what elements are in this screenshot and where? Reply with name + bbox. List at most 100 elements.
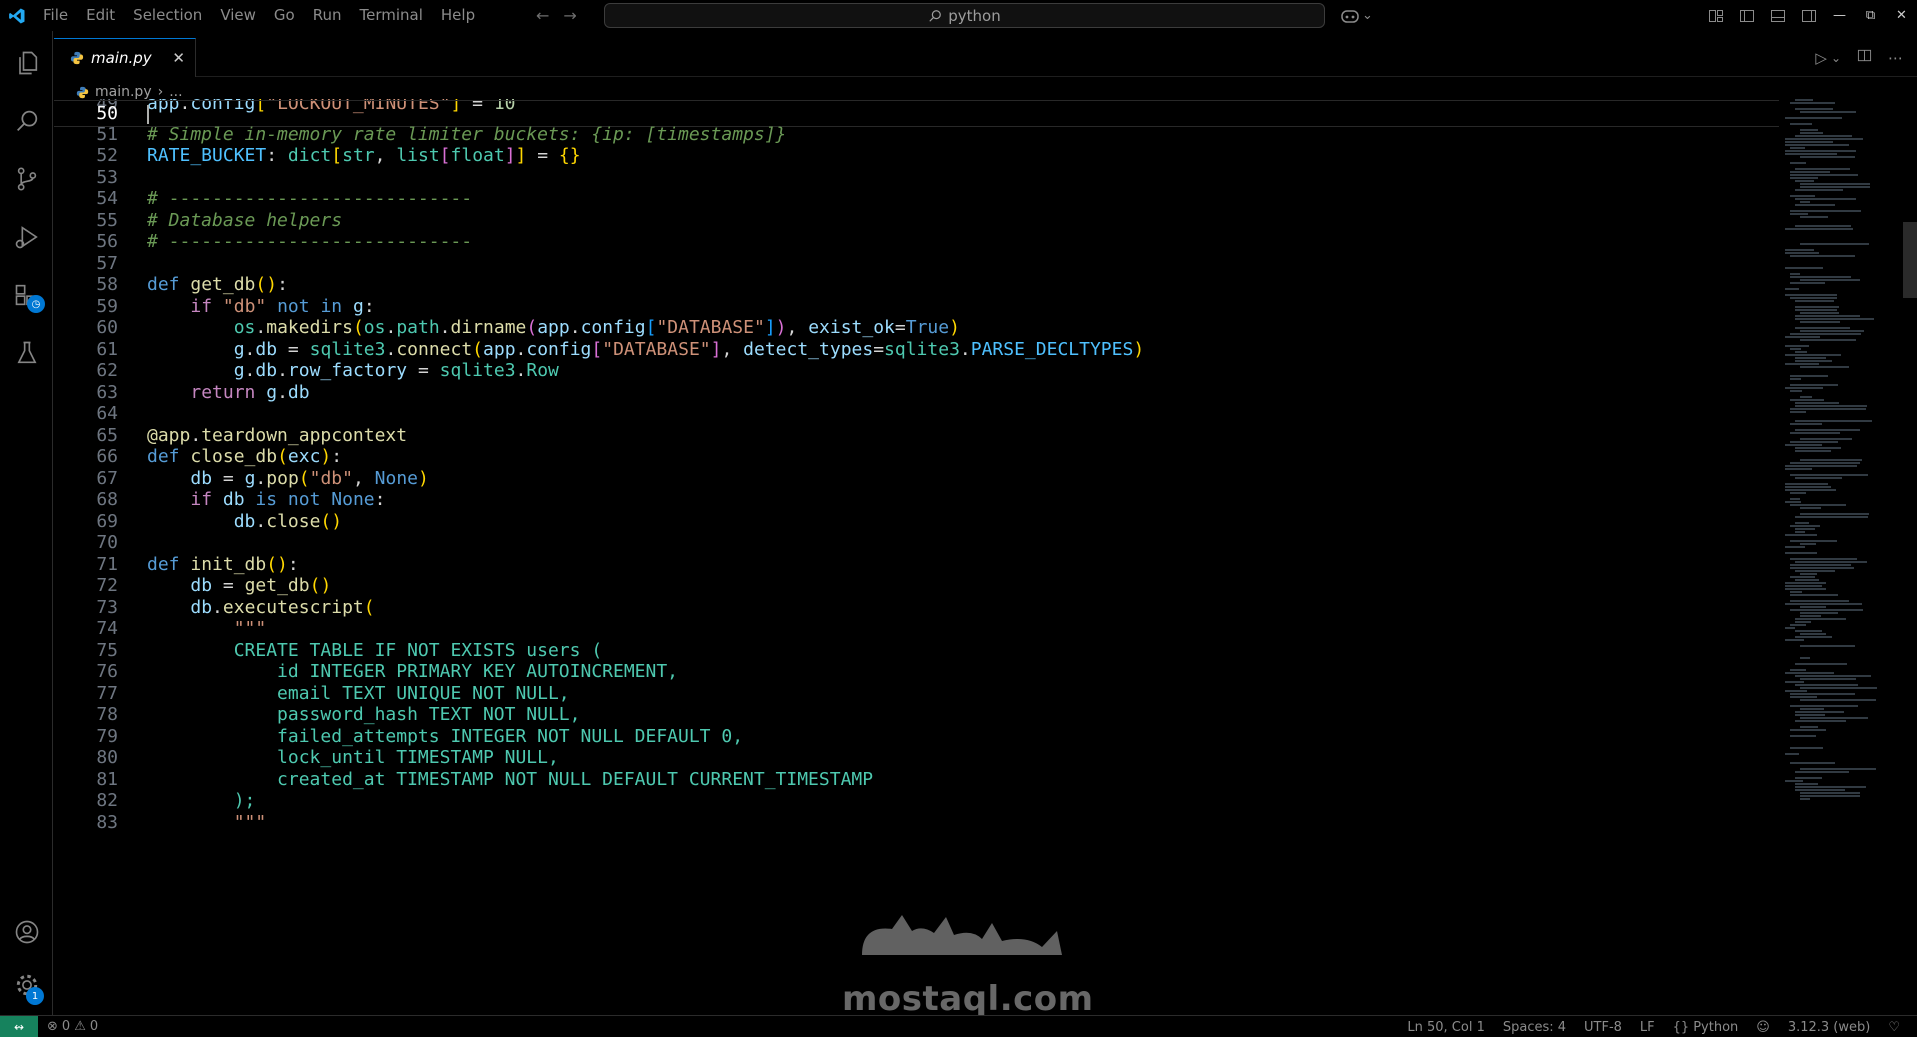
minimap-line bbox=[1800, 111, 1856, 113]
remote-indicator-icon[interactable]: ↭ bbox=[0, 1015, 38, 1037]
menu-help[interactable]: Help bbox=[432, 0, 484, 31]
minimap-line bbox=[1795, 663, 1847, 665]
minimap-line bbox=[1785, 252, 1819, 254]
minimap-line bbox=[1790, 348, 1801, 350]
search-icon bbox=[929, 9, 942, 22]
menu-go[interactable]: Go bbox=[265, 0, 304, 31]
menu-view[interactable]: View bbox=[211, 0, 265, 31]
minimap-line bbox=[1795, 786, 1866, 788]
minimap-line bbox=[1800, 183, 1870, 185]
problems-indicator[interactable]: ⊗ 0 ⚠ 0 bbox=[38, 1019, 107, 1034]
minimap-line bbox=[1800, 321, 1840, 323]
status-bar: ↭ ⊗ 0 ⚠ 0 Ln 50, Col 1 Spaces: 4 UTF-8 L… bbox=[0, 1015, 1917, 1037]
minimap-line bbox=[1800, 717, 1868, 719]
language-mode[interactable]: {} Python bbox=[1664, 1020, 1748, 1035]
minimap-line bbox=[1790, 504, 1846, 506]
more-actions-icon[interactable]: ⋯ bbox=[1888, 49, 1903, 67]
minimap-line bbox=[1785, 681, 1804, 683]
breadcrumb-symbols[interactable]: ... bbox=[169, 84, 182, 100]
testing-icon[interactable] bbox=[0, 329, 53, 377]
end-of-line[interactable]: LF bbox=[1631, 1020, 1664, 1035]
minimap-line bbox=[1800, 312, 1839, 314]
minimap-line bbox=[1785, 267, 1823, 269]
title-bar-actions: — ⧉ ✕ bbox=[1700, 0, 1917, 31]
minimap[interactable] bbox=[1785, 99, 1905, 819]
customize-layout-icon[interactable] bbox=[1700, 0, 1731, 31]
minimap-line bbox=[1800, 657, 1810, 659]
toggle-panel-icon[interactable] bbox=[1762, 0, 1793, 31]
cursor-position[interactable]: Ln 50, Col 1 bbox=[1398, 1020, 1493, 1035]
minimap-line bbox=[1795, 783, 1818, 785]
minimap-line bbox=[1795, 516, 1868, 518]
explorer-icon[interactable] bbox=[0, 39, 53, 87]
run-python-file-icon[interactable]: ▷ bbox=[1815, 49, 1827, 67]
copilot-status-icon[interactable]: ☺ bbox=[1747, 1020, 1779, 1035]
minimap-line bbox=[1790, 705, 1858, 707]
minimap-line bbox=[1795, 777, 1822, 779]
forward-arrow-icon[interactable]: → bbox=[563, 6, 576, 25]
chevron-down-icon[interactable]: ⌄ bbox=[1831, 51, 1841, 65]
minimap-line bbox=[1795, 318, 1874, 320]
minimap-line bbox=[1800, 459, 1862, 461]
minimap-line bbox=[1800, 339, 1856, 341]
minimap-line bbox=[1790, 423, 1822, 425]
close-tab-icon[interactable]: ✕ bbox=[172, 49, 185, 67]
accounts-icon[interactable] bbox=[0, 908, 53, 956]
minimap-line bbox=[1795, 306, 1839, 308]
minimap-line bbox=[1800, 699, 1876, 701]
minimize-window-icon[interactable]: — bbox=[1824, 0, 1855, 31]
minimap-line bbox=[1790, 498, 1800, 500]
minimap-line bbox=[1790, 735, 1816, 737]
minimap-line bbox=[1790, 123, 1812, 125]
command-center-text: python bbox=[948, 6, 1001, 25]
search-icon[interactable] bbox=[0, 97, 53, 145]
breadcrumb-file[interactable]: main.py bbox=[95, 84, 152, 100]
code-editor[interactable]: 49 app.config["LOCKOUT_MINUTES"] = 10 50 … bbox=[54, 99, 1779, 1015]
manage-gear-icon[interactable]: 1 bbox=[0, 961, 53, 1009]
activity-bar: ◷ 1 bbox=[0, 31, 53, 1015]
minimap-line bbox=[1795, 711, 1844, 713]
python-interpreter[interactable]: 3.12.3 (web) bbox=[1779, 1020, 1880, 1035]
indentation[interactable]: Spaces: 4 bbox=[1494, 1020, 1575, 1035]
menu-file[interactable]: File bbox=[34, 0, 77, 31]
error-count: 0 bbox=[61, 1019, 71, 1034]
minimap-line bbox=[1785, 387, 1823, 389]
run-and-debug-icon[interactable] bbox=[0, 213, 53, 261]
menu-selection[interactable]: Selection bbox=[124, 0, 211, 31]
extensions-icon[interactable]: ◷ bbox=[0, 271, 53, 319]
vertical-scrollbar-thumb[interactable] bbox=[1903, 222, 1917, 298]
source-control-icon[interactable] bbox=[0, 155, 53, 203]
back-arrow-icon[interactable]: ← bbox=[536, 6, 549, 25]
notifications-bell-icon[interactable]: ♡ bbox=[1879, 1020, 1909, 1035]
menu-edit[interactable]: Edit bbox=[77, 0, 124, 31]
minimap-line bbox=[1795, 531, 1805, 533]
minimap-line bbox=[1800, 243, 1869, 245]
command-center-search[interactable]: python bbox=[604, 3, 1325, 28]
copilot-menu[interactable]: ⌄ bbox=[1340, 0, 1373, 31]
toggle-secondary-sidebar-icon[interactable] bbox=[1793, 0, 1824, 31]
toggle-primary-sidebar-icon[interactable] bbox=[1731, 0, 1762, 31]
minimap-line bbox=[1795, 429, 1860, 431]
minimap-line bbox=[1790, 576, 1815, 578]
minimap-line bbox=[1785, 489, 1836, 491]
close-window-icon[interactable]: ✕ bbox=[1886, 0, 1917, 31]
minimap-line bbox=[1790, 591, 1802, 593]
tab-main-py[interactable]: main.py ✕ bbox=[54, 38, 196, 77]
encoding[interactable]: UTF-8 bbox=[1575, 1020, 1631, 1035]
minimap-line bbox=[1790, 384, 1838, 386]
minimap-line bbox=[1800, 687, 1877, 689]
minimap-line bbox=[1790, 564, 1851, 566]
minimap-line bbox=[1790, 162, 1806, 164]
menu-terminal[interactable]: Terminal bbox=[351, 0, 432, 31]
minimap-line bbox=[1790, 558, 1857, 560]
minimap-line bbox=[1790, 567, 1854, 569]
minimap-line bbox=[1785, 627, 1795, 629]
minimap-line bbox=[1785, 639, 1804, 641]
split-editor-icon[interactable] bbox=[1857, 48, 1872, 67]
minimap-line bbox=[1785, 117, 1842, 119]
minimap-line bbox=[1795, 315, 1860, 317]
menu-run[interactable]: Run bbox=[304, 0, 351, 31]
minimap-line bbox=[1800, 795, 1860, 797]
error-icon: ⊗ bbox=[47, 1019, 58, 1034]
restore-window-icon[interactable]: ⧉ bbox=[1855, 0, 1886, 31]
